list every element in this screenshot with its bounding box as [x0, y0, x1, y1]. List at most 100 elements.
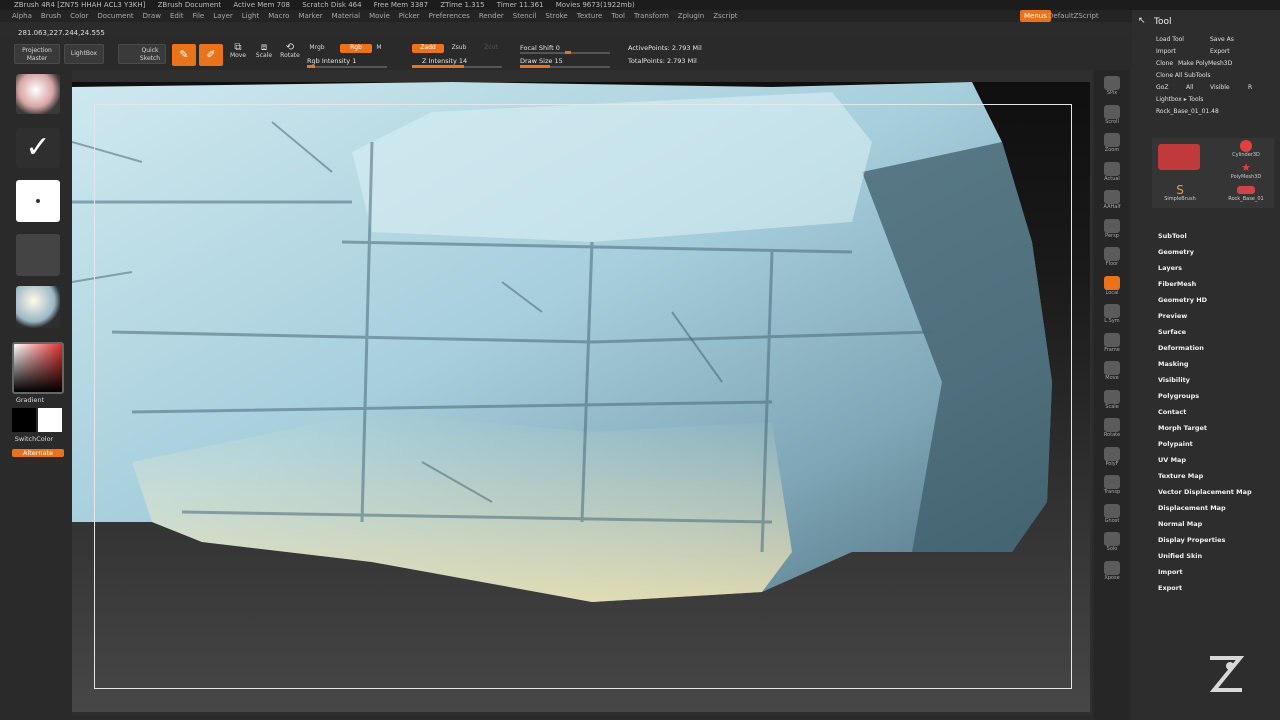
- rotate-mode-button[interactable]: ⟲ Rotate: [280, 43, 300, 66]
- subpalette-subtool[interactable]: SubTool: [1158, 228, 1278, 244]
- subpalette-unified-skin[interactable]: Unified Skin: [1158, 548, 1278, 564]
- subpalette-layers[interactable]: Layers: [1158, 260, 1278, 276]
- cylinder3d-thumb[interactable]: Cylinder3D: [1224, 140, 1268, 162]
- rgb-button[interactable]: Rgb: [340, 44, 372, 53]
- quick-sketch-button[interactable]: Quick Sketch: [118, 44, 166, 64]
- subpalette-morph-target[interactable]: Morph Target: [1158, 420, 1278, 436]
- menu-item-picker[interactable]: Picker: [399, 12, 420, 20]
- shelf-btn-frame[interactable]: Frame: [1101, 332, 1123, 353]
- menu-item-transform[interactable]: Transform: [634, 12, 669, 20]
- goz-all-button[interactable]: All: [1186, 82, 1193, 94]
- palette-pin-icon[interactable]: ↖: [1138, 16, 1146, 26]
- shelf-btn-transp[interactable]: Transp: [1101, 475, 1123, 495]
- shelf-btn-actual[interactable]: Actual: [1101, 161, 1123, 182]
- shelf-btn-scroll[interactable]: Scroll: [1101, 104, 1123, 125]
- subpalette-polypaint[interactable]: Polypaint: [1158, 436, 1278, 452]
- menu-item-brush[interactable]: Brush: [41, 12, 61, 20]
- menu-item-render[interactable]: Render: [479, 12, 504, 20]
- rock-base-thumb[interactable]: [1158, 144, 1200, 170]
- subpalette-visibility[interactable]: Visibility: [1158, 372, 1278, 388]
- shelf-btn-scale[interactable]: Scale: [1101, 389, 1123, 410]
- goz-button[interactable]: GoZ: [1156, 82, 1168, 94]
- shelf-btn-zoom[interactable]: Zoom: [1101, 133, 1123, 153]
- menu-item-zscript[interactable]: Zscript: [713, 12, 737, 20]
- current-tool-slider[interactable]: Rock_Base_01_01.48: [1156, 106, 1219, 118]
- color-picker[interactable]: [12, 342, 64, 394]
- import-button[interactable]: Import: [1156, 46, 1176, 58]
- menu-item-macro[interactable]: Macro: [268, 12, 289, 20]
- stroke-picker[interactable]: ✓: [16, 128, 60, 168]
- draw-size-slider[interactable]: Draw Size 15: [520, 57, 563, 65]
- edit-mode-button[interactable]: ✎: [172, 44, 196, 66]
- subpalette-masking[interactable]: Masking: [1158, 356, 1278, 372]
- menus-button[interactable]: Menus: [1020, 10, 1051, 22]
- rgb-intensity-slider[interactable]: Rgb Intensity 1: [307, 57, 356, 65]
- material-picker[interactable]: [16, 286, 60, 328]
- menu-item-document[interactable]: Document: [97, 12, 133, 20]
- subpalette-polygroups[interactable]: Polygroups: [1158, 388, 1278, 404]
- subpalette-texture-map[interactable]: Texture Map: [1158, 468, 1278, 484]
- subpalette-surface[interactable]: Surface: [1158, 324, 1278, 340]
- main-color-swatch[interactable]: [12, 408, 36, 432]
- subpalette-deformation[interactable]: Deformation: [1158, 340, 1278, 356]
- scale-mode-button[interactable]: ⧈ Scale: [254, 43, 274, 66]
- menu-item-zplugin[interactable]: Zplugin: [678, 12, 704, 20]
- lightbox-button[interactable]: LightBox: [64, 44, 104, 64]
- subpalette-vector-displacement-map[interactable]: Vector Displacement Map: [1158, 484, 1278, 500]
- subpalette-preview[interactable]: Preview: [1158, 308, 1278, 324]
- z-intensity-slider[interactable]: Z Intensity 14: [422, 57, 467, 65]
- move-mode-button[interactable]: ⧉ Move: [228, 43, 248, 66]
- subpalette-normal-map[interactable]: Normal Map: [1158, 516, 1278, 532]
- zadd-button[interactable]: Zadd: [412, 44, 444, 53]
- menu-item-file[interactable]: File: [193, 12, 205, 20]
- subpalette-displacement-map[interactable]: Displacement Map: [1158, 500, 1278, 516]
- polymesh3d-thumb[interactable]: ★ PolyMesh3D: [1224, 162, 1268, 184]
- m-button[interactable]: M: [374, 44, 384, 54]
- shelf-btn-l-sym[interactable]: L.Sym: [1101, 304, 1123, 324]
- zsub-button[interactable]: Zsub: [448, 44, 470, 54]
- default-zscript-button[interactable]: DefaultZScript: [1048, 10, 1099, 22]
- goz-visible-button[interactable]: Visible: [1210, 82, 1230, 94]
- menu-item-stencil[interactable]: Stencil: [513, 12, 537, 20]
- menu-item-movie[interactable]: Movie: [369, 12, 390, 20]
- menu-item-texture[interactable]: Texture: [577, 12, 603, 20]
- menu-item-draw[interactable]: Draw: [143, 12, 161, 20]
- load-tool-button[interactable]: Load Tool: [1156, 34, 1184, 46]
- lightbox-tools-button[interactable]: Lightbox ▸ Tools: [1156, 94, 1203, 106]
- brush-picker[interactable]: [16, 74, 60, 114]
- menu-item-layer[interactable]: Layer: [213, 12, 233, 20]
- subpalette-geometry-hd[interactable]: Geometry HD: [1158, 292, 1278, 308]
- menu-item-tool[interactable]: Tool: [611, 12, 625, 20]
- tool-palette-header[interactable]: ↖ Tool: [1132, 16, 1280, 30]
- alternate-button[interactable]: Alternate: [12, 449, 64, 457]
- subpalette-display-properties[interactable]: Display Properties: [1158, 532, 1278, 548]
- shelf-btn-xpose[interactable]: Xpose: [1101, 560, 1123, 581]
- menu-item-preferences[interactable]: Preferences: [429, 12, 470, 20]
- shelf-btn-polyf[interactable]: PolyF: [1101, 446, 1123, 467]
- secondary-color-swatch[interactable]: [38, 408, 62, 432]
- clone-button[interactable]: Clone: [1156, 58, 1173, 70]
- shelf-btn-rotate[interactable]: Rotate: [1101, 418, 1123, 438]
- mrgb-button[interactable]: Mrgb: [306, 44, 328, 54]
- menu-item-material[interactable]: Material: [332, 12, 360, 20]
- draw-mode-button[interactable]: ✐: [199, 44, 223, 66]
- simplebrush-thumb[interactable]: S SimpleBrush: [1158, 184, 1202, 206]
- menu-item-stroke[interactable]: Stroke: [545, 12, 567, 20]
- menu-item-color[interactable]: Color: [70, 12, 88, 20]
- shelf-btn-persp[interactable]: Persp: [1101, 218, 1123, 239]
- shelf-btn-solo[interactable]: Solo: [1101, 532, 1123, 552]
- subpalette-import[interactable]: Import: [1158, 564, 1278, 580]
- subpalette-contact[interactable]: Contact: [1158, 404, 1278, 420]
- texture-picker[interactable]: [16, 234, 60, 276]
- shelf-btn-aahalf[interactable]: AAHalf: [1101, 190, 1123, 210]
- menu-item-alpha[interactable]: Alpha: [12, 12, 32, 20]
- menu-item-edit[interactable]: Edit: [170, 12, 184, 20]
- save-as-button[interactable]: Save As: [1210, 34, 1234, 46]
- goz-r-button[interactable]: R: [1248, 82, 1252, 94]
- alpha-picker[interactable]: [16, 180, 60, 222]
- zcut-button[interactable]: Zcut: [480, 44, 502, 54]
- gradient-label[interactable]: Gradient: [2, 396, 58, 404]
- shelf-btn-floor[interactable]: Floor: [1101, 247, 1123, 267]
- focal-shift-slider[interactable]: Focal Shift 0: [520, 44, 560, 52]
- subpalette-export[interactable]: Export: [1158, 580, 1278, 596]
